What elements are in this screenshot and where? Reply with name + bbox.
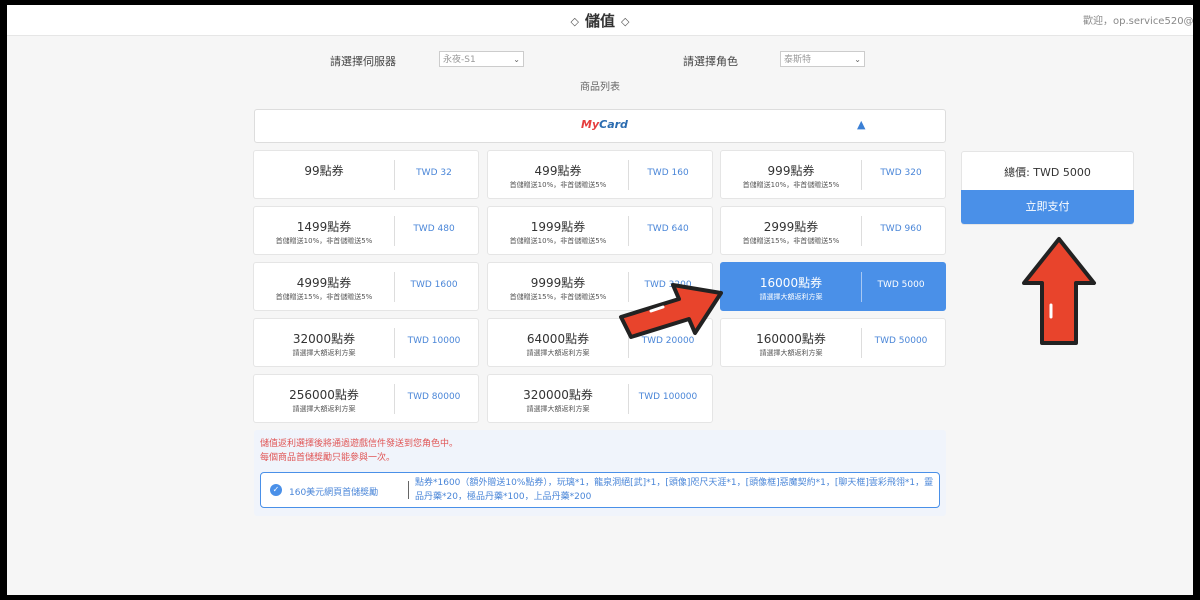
notice-line: 每個商品首儲獎勵只能參與一次。 — [260, 453, 396, 463]
product-card[interactable]: 499點券首儲贈送10%，非首儲贈送5% TWD 160 — [487, 150, 713, 199]
product-name: 1999點券 — [530, 220, 586, 234]
product-card[interactable]: 32000點券請選擇大額返利方案 TWD 10000 — [253, 318, 479, 367]
total-price: 總價: TWD 5000 — [1004, 166, 1091, 179]
order-summary: 總價: TWD 5000 立即支付 — [961, 151, 1134, 225]
product-sub: 首儲贈送15%，非首儲贈送5% — [509, 293, 607, 301]
bonus-title: 160美元網頁首儲獎勵 — [289, 488, 379, 498]
product-price: TWD 10000 — [407, 336, 461, 346]
server-select[interactable]: 永夜-S1 ⌄ — [439, 51, 524, 67]
server-select-value: 永夜-S1 — [443, 55, 476, 65]
bonus-detail: 點券*1600（額外贈送10%點券），玩璃*1，龍泉洞絕[武]*1，[頭像]咫尺… — [415, 478, 934, 502]
arrow-up-icon — [1022, 237, 1096, 345]
product-name: 9999點券 — [530, 276, 586, 290]
product-price: TWD 160 — [647, 168, 689, 178]
bonus-option[interactable]: ✓ 160美元網頁首儲獎勵 點券*1600（額外贈送10%點券），玩璃*1，龍泉… — [260, 472, 940, 508]
product-price: TWD 32 — [416, 168, 452, 178]
product-price: TWD 1600 — [410, 280, 458, 290]
role-label: 請選擇角色 — [683, 55, 738, 68]
page-title-text: 儲值 — [584, 12, 615, 30]
product-name: 64000點券 — [526, 332, 590, 346]
product-sub: 首儲贈送10%，非首儲贈送5% — [509, 181, 607, 189]
product-name: 160000點券 — [756, 332, 826, 346]
product-price: TWD 640 — [647, 224, 689, 234]
product-card[interactable]: 999點券首儲贈送10%，非首儲贈送5% TWD 320 — [720, 150, 946, 199]
chevron-down-icon: ⌄ — [854, 55, 861, 64]
product-name: 16000點券 — [759, 276, 823, 290]
role-select[interactable]: 泰斯特 ⌄ — [780, 51, 865, 67]
product-sub: 首儲贈送15%，非首儲贈送5% — [742, 237, 840, 245]
pay-now-button[interactable]: 立即支付 — [961, 190, 1134, 224]
server-label: 請選擇伺服器 — [330, 55, 396, 68]
product-price: TWD 5000 — [877, 280, 925, 290]
diamond-icon: ◇ — [570, 15, 579, 28]
payment-method-bar[interactable]: MyCard ▲ — [254, 109, 946, 143]
welcome-text: 歡迎，op.service520@gmail.com — [1083, 16, 1193, 27]
product-card[interactable]: 99點券 TWD 32 — [253, 150, 479, 199]
page-title: ◇ 儲值 ◇ — [7, 10, 1193, 31]
collapse-icon[interactable]: ▲ — [857, 118, 865, 131]
product-name: 99點券 — [304, 164, 344, 178]
product-card[interactable]: 160000點券請選擇大額返利方案 TWD 50000 — [720, 318, 946, 367]
notice-line: 儲值返利選擇後將通過遊戲信件發送到您角色中。 — [260, 439, 459, 449]
app-frame: ◇ 儲值 ◇ 歡迎，op.service520@gmail.com 請選擇伺服器 永… — [7, 5, 1193, 595]
bonus-notice: 儲值返利選擇後將通過遊戲信件發送到您角色中。 每個商品首儲獎勵只能參與一次。 ✓… — [254, 430, 946, 516]
product-price: TWD 50000 — [874, 336, 928, 346]
product-sub: 首儲贈送10%，非首儲贈送5% — [742, 181, 840, 189]
product-price: TWD 960 — [880, 224, 922, 234]
product-name: 499點券 — [534, 164, 582, 178]
product-card[interactable]: 320000點券請選擇大額返利方案 TWD 100000 — [487, 374, 713, 423]
arrow-right-icon — [619, 283, 723, 339]
product-sub: 首儲贈送15%，非首儲贈送5% — [275, 293, 373, 301]
product-card[interactable]: 1999點券首儲贈送10%，非首儲贈送5% TWD 640 — [487, 206, 713, 255]
product-name: 2999點券 — [763, 220, 819, 234]
product-sub: 首儲贈送10%，非首儲贈送5% — [275, 237, 373, 245]
product-name: 320000點券 — [523, 388, 593, 402]
product-list-label: 商品列表 — [580, 82, 620, 93]
product-name: 256000點券 — [289, 388, 359, 402]
role-select-value: 泰斯特 — [784, 55, 812, 65]
mycard-logo: MyCard — [581, 118, 628, 131]
product-price: TWD 480 — [413, 224, 455, 234]
product-card[interactable]: 4999點券首儲贈送15%，非首儲贈送5% TWD 1600 — [253, 262, 479, 311]
product-sub: 請選擇大額返利方案 — [292, 405, 356, 413]
product-sub: 請選擇大額返利方案 — [759, 293, 823, 301]
product-sub: 首儲贈送10%，非首儲贈送5% — [509, 237, 607, 245]
product-price: TWD 320 — [880, 168, 922, 178]
product-name: 999點券 — [767, 164, 815, 178]
check-circle-icon: ✓ — [270, 484, 282, 496]
product-card[interactable]: 1499點券首儲贈送10%，非首儲贈送5% TWD 480 — [253, 206, 479, 255]
product-sub: 請選擇大額返利方案 — [292, 349, 356, 357]
chevron-down-icon: ⌄ — [513, 55, 520, 64]
product-card-selected[interactable]: 16000點券請選擇大額返利方案 TWD 5000 — [720, 262, 946, 311]
product-name: 1499點券 — [296, 220, 352, 234]
product-sub: 請選擇大額返利方案 — [759, 349, 823, 357]
top-bar: ◇ 儲值 ◇ 歡迎，op.service520@gmail.com — [7, 5, 1193, 36]
diamond-icon: ◇ — [621, 15, 630, 28]
product-card[interactable]: 2999點券首儲贈送15%，非首儲贈送5% TWD 960 — [720, 206, 946, 255]
product-sub: 請選擇大額返利方案 — [526, 405, 590, 413]
product-sub: 請選擇大額返利方案 — [526, 349, 590, 357]
product-price: TWD 100000 — [638, 392, 698, 402]
product-card[interactable]: 256000點券請選擇大額返利方案 TWD 80000 — [253, 374, 479, 423]
product-name: 4999點券 — [296, 276, 352, 290]
product-price: TWD 80000 — [407, 392, 461, 402]
product-name: 32000點券 — [292, 332, 356, 346]
